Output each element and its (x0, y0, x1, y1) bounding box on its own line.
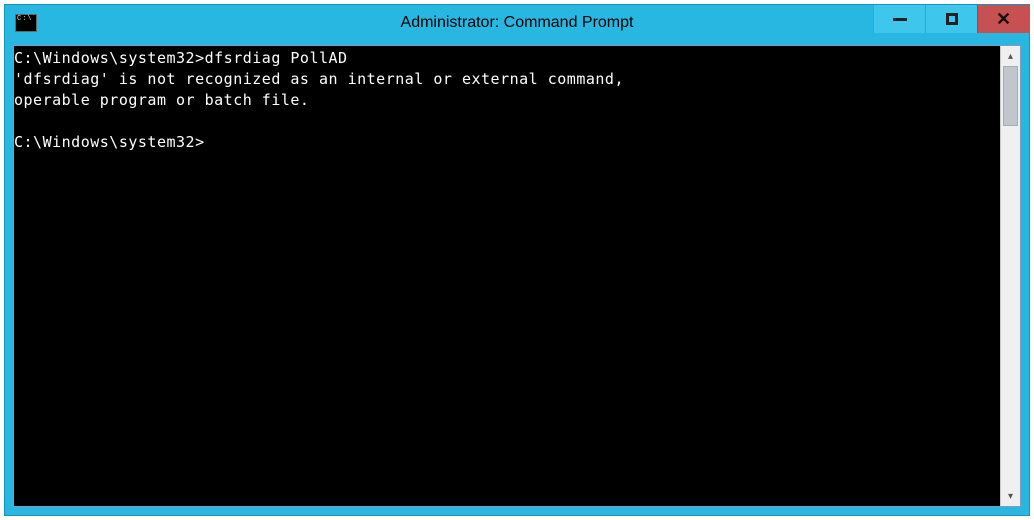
scroll-up-button[interactable]: ▴ (1001, 46, 1020, 66)
cmd-app-icon: C:\ (15, 14, 37, 32)
console-output[interactable]: C:\Windows\system32>dfsrdiag PollAD 'dfs… (14, 46, 1000, 506)
client-area: C:\Windows\system32>dfsrdiag PollAD 'dfs… (13, 45, 1021, 507)
chevron-down-icon: ▾ (1008, 491, 1013, 502)
chevron-up-icon: ▴ (1008, 51, 1013, 62)
command-prompt-window: C:\ Administrator: Command Prompt ✕ C:\W… (4, 4, 1030, 516)
close-button[interactable]: ✕ (977, 5, 1029, 33)
minimize-button[interactable] (873, 5, 925, 33)
scroll-track[interactable] (1001, 66, 1020, 486)
window-controls: ✕ (873, 5, 1029, 33)
close-icon: ✕ (996, 10, 1011, 28)
vertical-scrollbar[interactable]: ▴ ▾ (1000, 46, 1020, 506)
scroll-down-button[interactable]: ▾ (1001, 486, 1020, 506)
minimize-icon (893, 18, 907, 21)
maximize-button[interactable] (925, 5, 977, 33)
titlebar[interactable]: C:\ Administrator: Command Prompt ✕ (5, 5, 1029, 41)
maximize-icon (946, 13, 958, 25)
scroll-thumb[interactable] (1003, 66, 1018, 126)
